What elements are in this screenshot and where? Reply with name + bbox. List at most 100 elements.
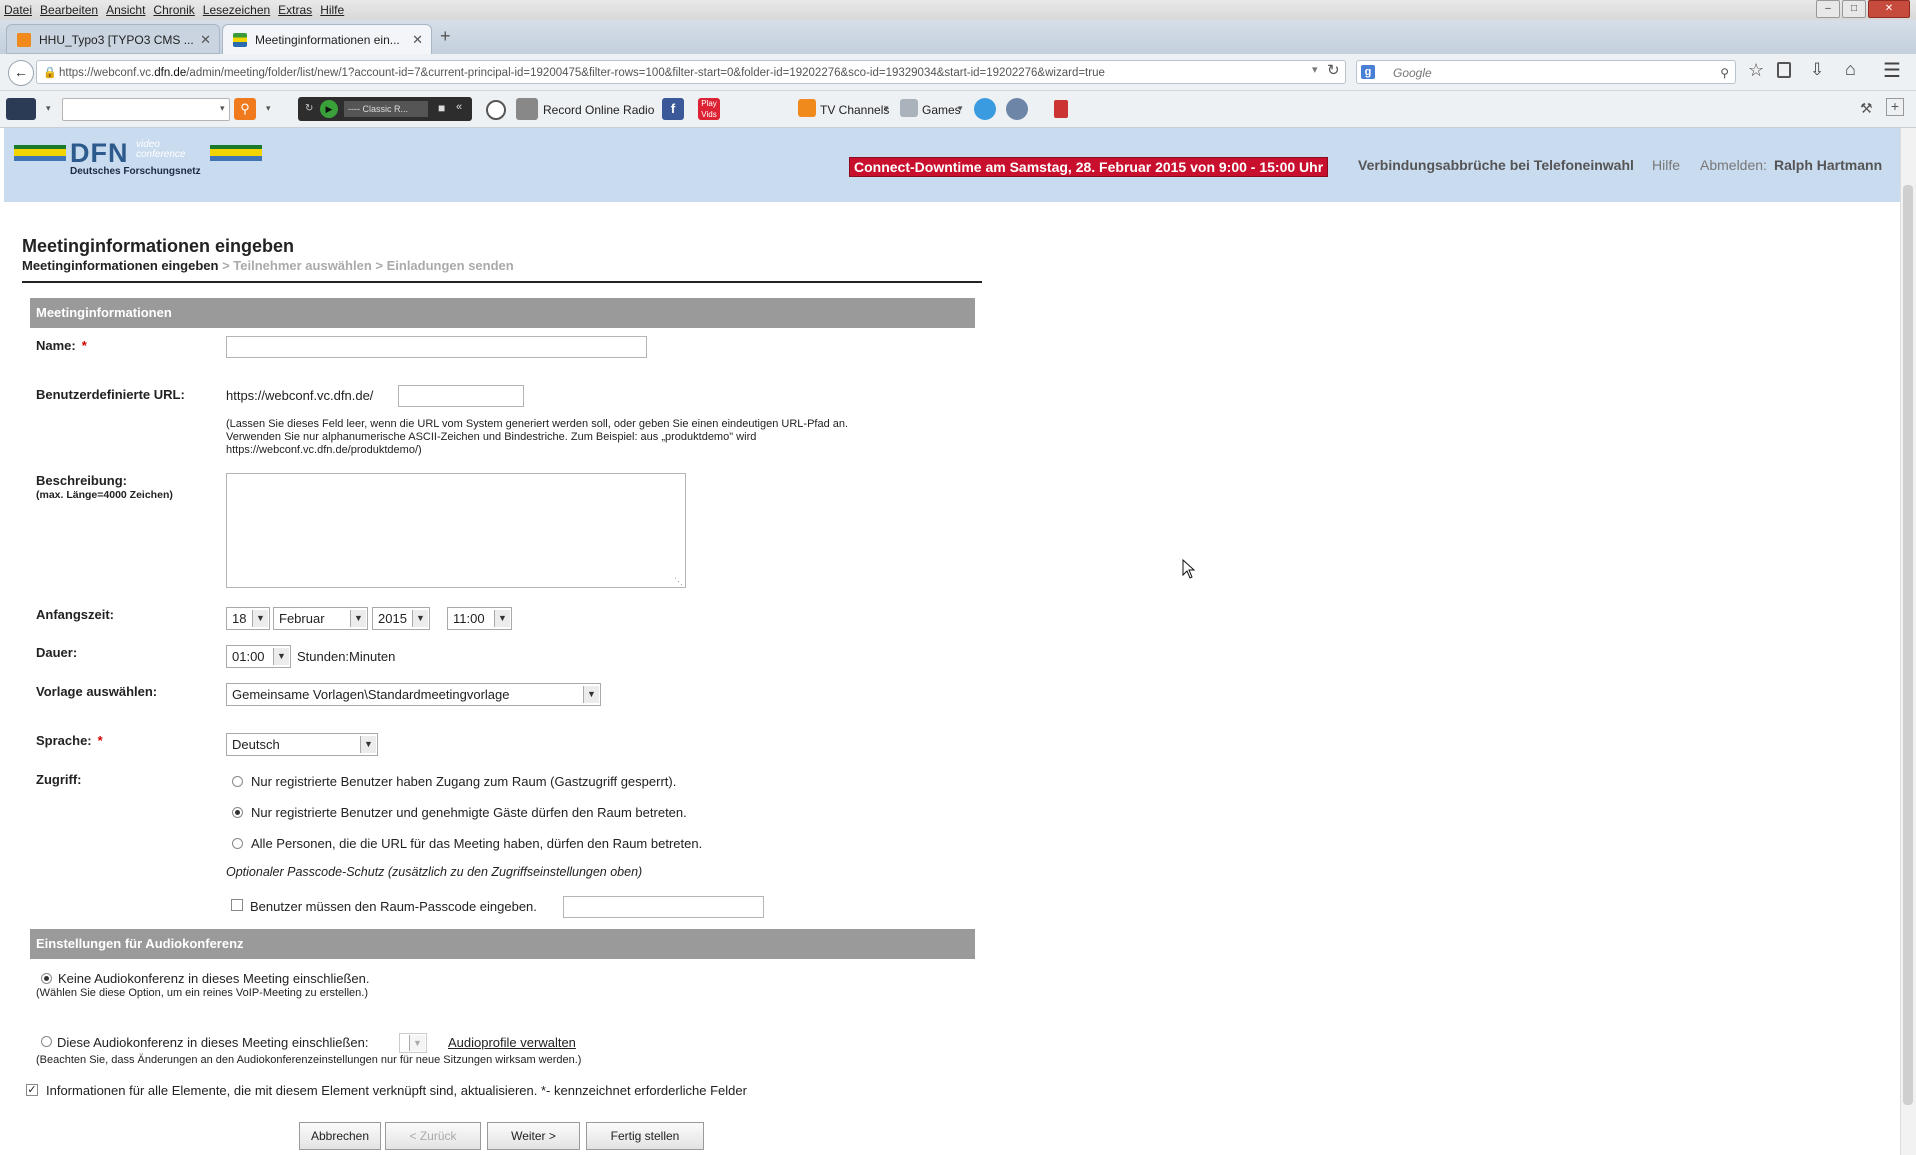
volume-icon[interactable]: ■ (438, 101, 445, 115)
access-radio-anyone-with-url[interactable] (232, 838, 243, 849)
facebook-icon[interactable]: f (662, 98, 684, 120)
tab-meetinginformationen[interactable]: Meetinginformationen ein... ✕ (222, 24, 432, 54)
page-title: Meetinginformationen eingeben (22, 236, 295, 256)
radio-station-select[interactable]: ---- Classic R... (344, 101, 428, 117)
reload-icon[interactable]: ↻ (1327, 61, 1340, 79)
start-month-value: Februar (279, 611, 325, 626)
language-select[interactable]: Deutsch ▼ (226, 733, 378, 756)
menu-datei[interactable]: Datei (0, 0, 36, 20)
cancel-button[interactable]: Abbrechen (299, 1122, 381, 1150)
start-month-select[interactable]: Februar ▼ (273, 607, 368, 630)
update-all-label[interactable]: Informationen für alle Elemente, die mit… (46, 1083, 747, 1098)
back-button[interactable]: < Zurück (385, 1122, 481, 1150)
tab-label: Meetinginformationen ein... (255, 33, 400, 47)
url-bar[interactable]: 🔒 https://webconf.vc.dfn.de/admin/meetin… (36, 60, 1346, 84)
clock-icon[interactable] (486, 100, 506, 120)
search-input[interactable]: g Google ⚲ (1356, 60, 1736, 84)
audio-profile-select[interactable]: ▼ (399, 1033, 427, 1053)
back-icon[interactable]: ← (8, 60, 34, 86)
downtime-alert[interactable]: Connect-Downtime am Samstag, 28. Februar… (849, 157, 1329, 177)
radio-menu-icon[interactable]: ↻ (305, 103, 313, 114)
bookmark-star-icon[interactable]: ☆ (1748, 60, 1764, 81)
passcode-label[interactable]: Benutzer müssen den Raum-Passcode eingeb… (250, 899, 537, 914)
menu-bearbeiten[interactable]: Bearbeiten (36, 0, 102, 20)
resize-handle-icon[interactable]: ⋱ (674, 576, 683, 587)
games-icon[interactable] (900, 99, 918, 117)
rewind-icon[interactable]: « (456, 101, 462, 113)
google-icon[interactable]: g (1361, 65, 1375, 79)
wrench-icon[interactable]: ⚒ (1860, 100, 1873, 117)
duration-select[interactable]: 01:00 ▼ (226, 645, 291, 668)
audio-include-label[interactable]: Diese Audiokonferenz in dieses Meeting e… (57, 1035, 368, 1050)
microphone-icon[interactable] (516, 98, 538, 120)
play-icon[interactable]: ▶ (320, 100, 338, 118)
close-window-icon[interactable]: ✕ (1868, 0, 1910, 18)
addon-search-input[interactable] (62, 98, 230, 121)
passcode-input[interactable] (563, 896, 764, 918)
start-day-select[interactable]: 18 ▼ (226, 607, 270, 630)
update-all-checkbox[interactable]: ✓ (26, 1084, 38, 1096)
help-link[interactable]: Hilfe (1652, 157, 1680, 173)
tv-channels-button[interactable]: TV Channels (820, 100, 889, 120)
globe-icon[interactable] (1006, 98, 1028, 120)
search-icon[interactable]: ⚲ (234, 98, 256, 120)
name-label-text: Name: (36, 338, 76, 353)
close-tab-icon[interactable]: ✕ (200, 25, 211, 53)
access-radio-registered-and-guests[interactable] (232, 807, 243, 818)
access-radio-registered-only[interactable] (232, 776, 243, 787)
menu-lesezeichen[interactable]: Lesezeichen (199, 0, 274, 20)
menu-hilfe[interactable]: Hilfe (316, 0, 348, 20)
download-icon[interactable]: ⇩ (1810, 60, 1824, 80)
start-year-select[interactable]: 2015 ▼ (372, 607, 430, 630)
maximize-icon[interactable]: □ (1842, 0, 1866, 18)
audio-none-label[interactable]: Keine Audiokonferenz in dieses Meeting e… (58, 971, 369, 986)
home-icon[interactable]: ⌂ (1845, 59, 1856, 80)
minimize-icon[interactable]: – (1816, 0, 1840, 18)
finish-button[interactable]: Fertig stellen (586, 1122, 704, 1150)
reading-list-icon[interactable] (1777, 62, 1791, 78)
dropout-link[interactable]: Verbindungsabbrüche bei Telefoneinwahl (1358, 157, 1634, 173)
menu-icon[interactable]: ☰ (1883, 58, 1901, 83)
chevron-down-icon[interactable]: ▾ (958, 103, 963, 114)
template-select[interactable]: Gemeinsame Vorlagen\Standardmeetingvorla… (226, 683, 601, 706)
custom-url-input[interactable] (398, 385, 524, 407)
new-tab-icon[interactable]: + (440, 26, 451, 47)
start-time-label: Anfangszeit: (36, 607, 114, 622)
name-input[interactable] (226, 336, 647, 358)
chat-icon[interactable] (974, 98, 996, 120)
next-button[interactable]: Weiter > (487, 1122, 580, 1150)
dfn-logo[interactable]: DFN (70, 138, 129, 169)
addon-logo-icon[interactable] (6, 98, 36, 120)
games-button[interactable]: Games (922, 100, 961, 120)
tab-hhu-typo3[interactable]: HHU_Typo3 [TYPO3 CMS ... ✕ (6, 24, 220, 54)
play-video-icon[interactable]: Play Vids (698, 98, 720, 120)
passcode-checkbox[interactable] (231, 899, 243, 911)
tv-icon[interactable] (798, 99, 816, 117)
url-dropdown-icon[interactable]: ▾ (1312, 63, 1318, 76)
chevron-down-icon[interactable]: ▾ (884, 103, 889, 114)
add-toolbar-icon[interactable]: + (1886, 98, 1904, 116)
audio-none-radio[interactable] (41, 973, 52, 984)
logout-link[interactable]: Abmelden: (1700, 157, 1767, 173)
start-time-select[interactable]: 11:00 ▼ (447, 607, 512, 630)
chevron-down-icon: ▼ (350, 610, 366, 627)
trash-icon[interactable] (1054, 100, 1068, 118)
audio-profiles-link[interactable]: Audioprofile verwalten (448, 1035, 576, 1050)
menu-extras[interactable]: Extras (274, 0, 316, 20)
chevron-down-icon[interactable]: ▾ (46, 103, 51, 114)
title-divider (22, 281, 982, 283)
description-textarea[interactable]: ⋱ (226, 473, 686, 588)
access-option-2-label[interactable]: Nur registrierte Benutzer und genehmigte… (251, 805, 687, 820)
record-online-radio-button[interactable]: Record Online Radio (543, 100, 654, 120)
audio-include-radio[interactable] (41, 1036, 52, 1047)
page-info-icon[interactable]: 🔒 (43, 61, 57, 83)
access-option-3-label[interactable]: Alle Personen, die die URL für das Meeti… (251, 836, 702, 851)
chevron-down-icon[interactable]: ▾ (220, 103, 225, 114)
chevron-down-icon[interactable]: ▾ (266, 103, 271, 114)
menu-ansicht[interactable]: Ansicht (102, 0, 149, 20)
menu-chronik[interactable]: Chronik (149, 0, 198, 20)
close-tab-icon[interactable]: ✕ (412, 25, 423, 54)
scrollbar-thumb[interactable] (1903, 185, 1913, 1105)
search-icon[interactable]: ⚲ (1720, 61, 1729, 85)
access-option-1-label[interactable]: Nur registrierte Benutzer haben Zugang z… (251, 774, 676, 789)
